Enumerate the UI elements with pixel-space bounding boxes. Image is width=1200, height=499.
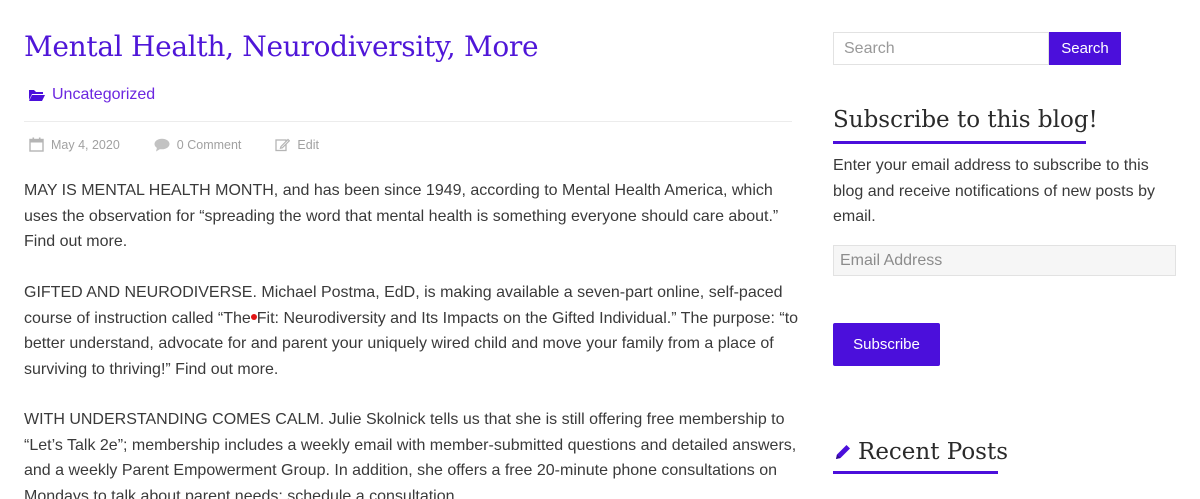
subscribe-widget-title: Subscribe to this blog! bbox=[833, 107, 1098, 133]
title-underline bbox=[833, 141, 1086, 144]
post-date-text: May 4, 2020 bbox=[51, 137, 120, 152]
pencil-icon bbox=[836, 445, 850, 459]
subscribe-button[interactable]: Subscribe bbox=[833, 323, 940, 366]
post-paragraph: MAY IS MENTAL HEALTH MONTH, and has been… bbox=[24, 182, 779, 250]
folder-open-icon bbox=[29, 90, 45, 101]
comment-icon bbox=[154, 138, 170, 151]
post-date[interactable]: May 4, 2020 bbox=[29, 137, 120, 152]
post-meta: May 4, 2020 0 Comment Edit bbox=[29, 137, 353, 152]
post-comments[interactable]: 0 Comment bbox=[154, 137, 242, 152]
title-underline bbox=[833, 471, 998, 474]
category-link[interactable]: Uncategorized bbox=[52, 86, 155, 104]
divider bbox=[24, 121, 792, 122]
post-paragraph: GIFTED AND NEURODIVERSE. Michael Postma,… bbox=[24, 280, 804, 382]
post-paragraph: WITH UNDERSTANDING COMES CALM. Julie Sko… bbox=[24, 411, 797, 499]
search-input[interactable]: Search bbox=[833, 32, 1049, 65]
comments-count: 0 Comment bbox=[176, 137, 242, 152]
post-edit[interactable]: Edit bbox=[275, 137, 319, 152]
recent-posts-title: Recent Posts bbox=[833, 439, 1008, 465]
edit-icon bbox=[275, 138, 291, 152]
edit-link[interactable]: Edit bbox=[297, 138, 319, 152]
post-title[interactable]: Mental Health, Neurodiversity, More bbox=[24, 30, 539, 63]
email-field[interactable]: Email Address bbox=[833, 245, 1176, 276]
calendar-icon bbox=[29, 137, 44, 152]
post-category[interactable]: Uncategorized bbox=[28, 86, 155, 104]
search-button[interactable]: Search bbox=[1049, 32, 1121, 65]
subscribe-description: Enter your email address to subscribe to… bbox=[833, 157, 1155, 225]
recent-posts-label: Recent Posts bbox=[858, 439, 1009, 465]
